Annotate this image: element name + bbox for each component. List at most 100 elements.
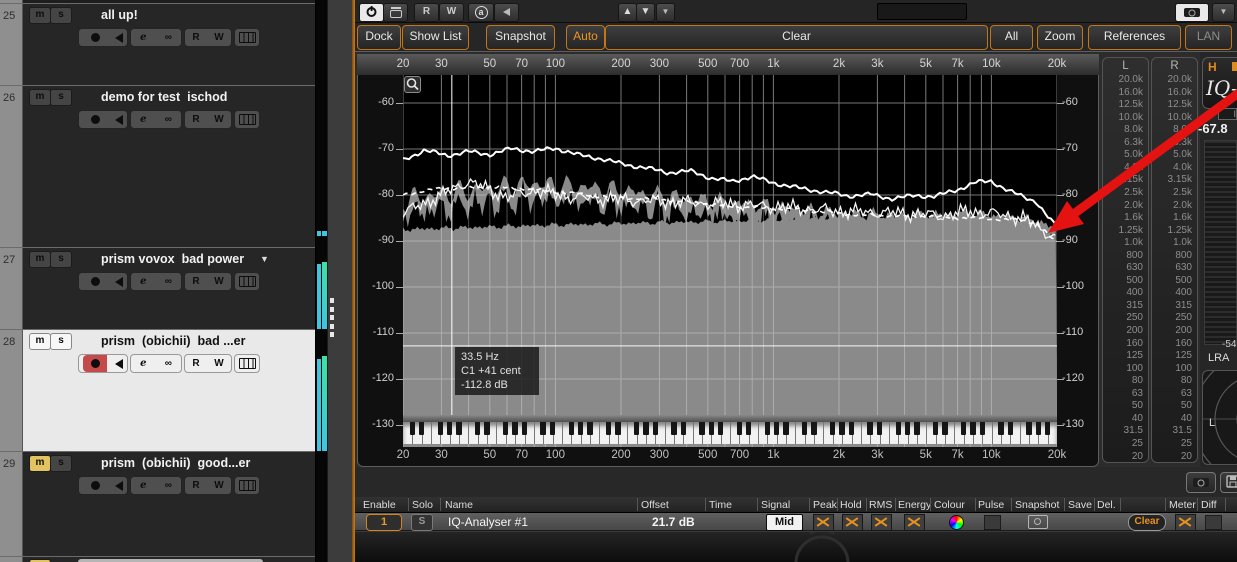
clear-row-button[interactable]: Clear — [1128, 514, 1166, 531]
save-button[interactable] — [1220, 472, 1237, 493]
edit-icon[interactable]: e — [140, 356, 146, 371]
solo-button[interactable]: s — [50, 7, 72, 24]
read-write-group[interactable]: RW — [184, 272, 232, 291]
snapshot-camera-icon[interactable] — [1175, 3, 1209, 22]
solo-button[interactable]: s — [50, 89, 72, 106]
enable-button[interactable]: 1 — [366, 514, 402, 531]
read-write-group[interactable]: RW — [184, 110, 232, 129]
preset-menu-icon[interactable]: ▼ — [656, 3, 675, 22]
hold-checkbox[interactable] — [842, 514, 863, 531]
toolbar-button-show-list[interactable]: Show List — [402, 25, 469, 50]
read-icon[interactable]: R — [192, 478, 199, 493]
pulse-checkbox[interactable] — [984, 515, 1001, 530]
solo-button[interactable]: s — [50, 251, 72, 268]
window-menu-icon[interactable]: ▼ — [1212, 3, 1235, 22]
mute-button[interactable]: m — [29, 333, 51, 350]
colour-wheel[interactable] — [949, 515, 964, 530]
lane-display-group[interactable] — [234, 110, 260, 129]
write-icon[interactable]: W — [214, 274, 223, 289]
track-row[interactable]: m s prism (obichii) bad ...er e ∞ R W — [23, 329, 315, 451]
monitor-icon[interactable] — [115, 32, 123, 43]
toolbar-button-auto[interactable]: Auto — [566, 25, 605, 50]
record-monitor-group[interactable] — [78, 28, 128, 47]
lane-display-group[interactable] — [234, 28, 260, 47]
read-write-group[interactable]: RW — [184, 476, 232, 495]
edit-icon[interactable]: e — [140, 30, 146, 45]
track-row[interactable]: m s prism (obichii) good...er e ∞ R W — [23, 451, 315, 556]
mute-button[interactable]: m — [29, 251, 51, 268]
write-icon[interactable]: W — [214, 112, 223, 127]
read-icon[interactable]: R — [192, 356, 199, 371]
meter-checkbox[interactable] — [1175, 514, 1196, 531]
record-icon[interactable] — [83, 273, 107, 290]
track-row[interactable]: m s prism vovox bad power ▼ e ∞ R W — [23, 247, 315, 329]
edit-icon[interactable]: e — [140, 274, 146, 289]
read-write-group[interactable]: RW — [184, 354, 232, 373]
record-icon[interactable] — [83, 29, 107, 46]
link-icon[interactable]: ∞ — [165, 112, 172, 127]
track-row[interactable]: m s all up! e ∞ R W — [23, 3, 315, 85]
analyser-table-row[interactable]: 1 S IQ-Analyser #1 21.7 dB Mid Clear — [355, 513, 1237, 531]
preset-down-icon[interactable]: ▼ — [636, 3, 655, 22]
solo-button[interactable]: s — [50, 455, 72, 472]
edit-link-group[interactable]: e ∞ — [130, 476, 182, 495]
link-icon[interactable]: ∞ — [165, 478, 172, 493]
record-icon[interactable] — [83, 111, 107, 128]
monitor-icon[interactable] — [115, 114, 123, 125]
record-monitor-group[interactable] — [78, 272, 128, 291]
mute-button[interactable]: m — [29, 455, 51, 472]
record-icon[interactable] — [83, 355, 107, 372]
record-monitor-group[interactable] — [78, 354, 128, 373]
mute-button[interactable]: m — [29, 7, 51, 24]
write-icon[interactable]: W — [214, 30, 223, 45]
toolbar-button-lan[interactable]: LAN — [1185, 25, 1232, 50]
previous-preset-icon[interactable] — [494, 3, 519, 22]
mute-button[interactable]: m — [29, 89, 51, 106]
solo-button[interactable]: s — [50, 333, 72, 350]
meter-mode-box[interactable]: I — [1218, 108, 1237, 120]
snapshot-cell-camera-icon[interactable] — [1028, 515, 1048, 529]
edit-link-group[interactable]: e ∞ — [130, 110, 182, 129]
link-icon[interactable]: ∞ — [165, 274, 172, 289]
write-automation-button[interactable]: W — [439, 3, 464, 22]
signal-mid-button[interactable]: Mid — [766, 514, 803, 531]
write-icon[interactable]: W — [214, 478, 223, 493]
edit-link-group[interactable]: e ∞ — [130, 272, 182, 291]
toolbar-button-references[interactable]: References — [1088, 25, 1181, 50]
lane-display-group[interactable] — [234, 476, 260, 495]
lane-display-group[interactable] — [234, 272, 260, 291]
energy-checkbox[interactable] — [904, 514, 925, 531]
write-icon[interactable]: W — [214, 356, 223, 371]
read-icon[interactable]: R — [192, 274, 199, 289]
toolbar-button-snapshot[interactable]: Snapshot — [486, 25, 555, 50]
link-icon[interactable]: ∞ — [165, 30, 172, 45]
read-automation-button[interactable]: R — [414, 3, 439, 22]
track-row[interactable]: m s demo for test ischod e ∞ R W — [23, 85, 315, 247]
track-row-partial[interactable] — [23, 557, 315, 562]
power-button[interactable] — [359, 3, 384, 22]
read-icon[interactable]: R — [192, 30, 199, 45]
link-icon[interactable]: ∞ — [165, 356, 172, 371]
monitor-icon[interactable] — [115, 480, 123, 491]
solo-button[interactable]: S — [411, 514, 433, 531]
lane-display-group[interactable] — [234, 354, 260, 373]
magnifier-icon[interactable] — [404, 76, 421, 93]
rms-checkbox[interactable] — [871, 514, 892, 531]
read-write-group[interactable]: RW — [184, 28, 232, 47]
snapshot-camera-button[interactable] — [1186, 472, 1216, 493]
monitor-icon[interactable] — [115, 276, 123, 287]
toolbar-button-all[interactable]: All — [990, 25, 1033, 50]
monitor-icon[interactable] — [115, 358, 123, 369]
edit-link-group[interactable]: e ∞ — [130, 28, 182, 47]
edit-icon[interactable]: e — [140, 112, 146, 127]
edit-link-group[interactable]: e ∞ — [130, 354, 182, 373]
track-scroll-strip[interactable] — [327, 0, 352, 562]
record-monitor-group[interactable] — [78, 476, 128, 495]
edit-icon[interactable]: e — [140, 478, 146, 493]
piano-keyboard-strip[interactable] — [403, 415, 1057, 447]
record-monitor-group[interactable] — [78, 110, 128, 129]
toolbar-button-clear[interactable]: Clear — [605, 25, 988, 50]
read-icon[interactable]: R — [192, 112, 199, 127]
peak-checkbox[interactable] — [813, 514, 834, 531]
toolbar-button-zoom[interactable]: Zoom — [1037, 25, 1083, 50]
